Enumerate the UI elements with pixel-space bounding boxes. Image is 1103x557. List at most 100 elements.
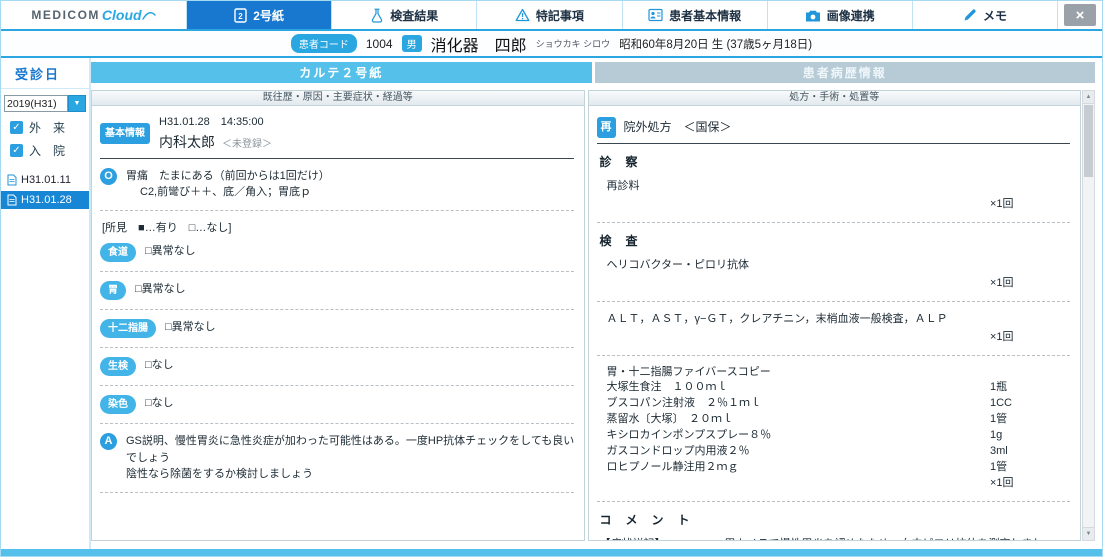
finding-duodenum: 十二指腸 □異常なし bbox=[100, 319, 576, 338]
procedure-qty: 1g bbox=[990, 429, 1003, 442]
warning-icon bbox=[515, 8, 530, 22]
checkbox-label: 入 院 bbox=[29, 144, 66, 158]
finding-badge: 染色 bbox=[100, 395, 136, 414]
patient-code-badge: 患者コード bbox=[290, 34, 357, 53]
vertical-scrollbar[interactable]: ▲ ▼ bbox=[1082, 90, 1095, 541]
section-test-title: 検 査 bbox=[599, 233, 639, 248]
procedure-row: 胃・十二指腸ファイバースコピー bbox=[597, 365, 1073, 381]
tab-special-notes[interactable]: 特記事項 bbox=[477, 1, 623, 29]
comment-line-1: 【症状詳記】 胃カメラで慢性胃炎を認めたため、血中ピロリ抗体を測定しまし bbox=[600, 536, 1073, 540]
checkbox-label: 外 来 bbox=[29, 121, 66, 135]
tab-label: 画像連携 bbox=[826, 8, 875, 23]
tab-karte-2gou[interactable]: カルテ２号紙 bbox=[91, 62, 592, 83]
finding-badge: 胃 bbox=[100, 281, 126, 300]
procedure-name: ロヒプノール静注用２ｍｇ bbox=[606, 461, 739, 474]
procedure-name: 蒸留水〔大塚〕 ２０ｍｌ bbox=[606, 413, 734, 426]
soap-a-entry: A GS説明、慢性胃炎に急性炎症が加わった可能性はある。一度HP抗体チェックをし… bbox=[100, 433, 576, 483]
flask-icon bbox=[370, 8, 384, 23]
year-selector: ▼ bbox=[4, 95, 86, 112]
soap-a-text: GS説明、慢性胃炎に急性炎症が加わった可能性はある。一度HP抗体チェックをしても… bbox=[126, 433, 576, 483]
close-cell: × bbox=[1058, 1, 1102, 29]
procedure-total-row: ×1回 bbox=[597, 476, 1073, 492]
basic-info-badge: 基本情報 bbox=[100, 122, 150, 144]
soap-a-badge: A bbox=[100, 433, 117, 450]
left-column-header: 既往歴・原因・主要症状・経過等 bbox=[92, 91, 584, 106]
checkbox-outpatient[interactable]: ✓ 外 来 bbox=[1, 116, 89, 139]
visit-date-item[interactable]: H31.01.11 bbox=[1, 171, 89, 189]
divider bbox=[596, 142, 1070, 144]
app-logo: MEDICOM Cloud bbox=[1, 1, 187, 29]
procedure-qty: 3ml bbox=[990, 445, 1008, 458]
soap-o-entry: O 胃痛 たまにある（前回からは1回だけ） C2,前彎び＋＋、底／角入；胃底ｐ bbox=[100, 167, 576, 201]
soap-a-line2: 陰性なら除菌をするか検討しましょう bbox=[126, 468, 313, 480]
procedure-name: 胃・十二指腸ファイバースコピー bbox=[606, 365, 771, 378]
findings-legend: [所見 ■…有り □…なし] bbox=[102, 221, 232, 234]
close-button[interactable]: × bbox=[1064, 4, 1097, 26]
finding-staining: 染色 □なし bbox=[100, 395, 576, 414]
finding-text: □なし bbox=[145, 359, 174, 371]
camera-icon bbox=[805, 9, 821, 22]
top-navigation: MEDICOM Cloud 2 2号紙 検査結果 特記事項 患者基本情報 画像連… bbox=[1, 1, 1102, 31]
left-column-content: 基本情報 H31.01.28 14:35:00 内科太郎 ＜未登録＞ O 胃痛 … bbox=[92, 106, 584, 540]
tab-patient-history[interactable]: 患者病歴情報 bbox=[594, 62, 1095, 83]
doctor-status: ＜未登録＞ bbox=[222, 138, 272, 150]
scroll-down-button[interactable]: ▼ bbox=[1083, 527, 1094, 540]
test-item-name: ヘリコバクター・ピロリ抗体 bbox=[606, 258, 750, 271]
exam-qty-row: ×1回 bbox=[597, 196, 1073, 213]
procedure-row: ブスコパン注射液 ２％１ｍｌ 1CC bbox=[597, 396, 1073, 412]
patient-code-value: 1004 bbox=[365, 36, 393, 51]
prescription-header: 再 院外処方 ＜国保＞ bbox=[596, 117, 1073, 138]
labs-item-row: ＡＬＴ，ＡＳＴ，γ−ＧＴ，クレアチニン，末梢血液一般検査，ＡＬＰ bbox=[597, 311, 1073, 328]
procedure-name: ブスコパン注射液 ２％１ｍｌ bbox=[606, 397, 762, 410]
app-window: MEDICOM Cloud 2 2号紙 検査結果 特記事項 患者基本情報 画像連… bbox=[0, 0, 1103, 557]
tab-label: メモ bbox=[982, 8, 1007, 23]
test-item-row: ヘリコバクター・ピロリ抗体 bbox=[597, 257, 1073, 274]
checkbox-inpatient[interactable]: ✓ 入 院 bbox=[1, 139, 89, 162]
finding-text: □異常なし bbox=[165, 321, 216, 333]
tab-image-link[interactable]: 画像連携 bbox=[768, 1, 913, 29]
document-icon bbox=[7, 174, 17, 186]
scrollbar-thumb[interactable] bbox=[1084, 105, 1093, 177]
procedure-qty: 1瓶 bbox=[990, 381, 1008, 394]
tab-karte2[interactable]: 2 2号紙 bbox=[187, 1, 333, 29]
doctor-name: 内科太郎 bbox=[159, 133, 215, 150]
year-input[interactable] bbox=[4, 95, 68, 112]
scrollbar-track[interactable] bbox=[1083, 104, 1094, 527]
section-comment-title: コ メ ン ト bbox=[599, 513, 691, 527]
tab-memo[interactable]: メモ bbox=[913, 1, 1059, 29]
procedure-row: ロヒプノール静注用２ｍｇ 1管 bbox=[597, 460, 1073, 476]
labs-item-name: ＡＬＴ，ＡＳＴ，γ−ＧＴ，クレアチニン，末梢血液一般検査，ＡＬＰ bbox=[606, 312, 948, 325]
soap-o-line1: 胃痛 たまにある（前回からは1回だけ） bbox=[126, 169, 330, 182]
tab-test-results[interactable]: 検査結果 bbox=[332, 1, 478, 29]
svg-text:2: 2 bbox=[239, 12, 244, 21]
comment-label: 【症状詳記】 bbox=[600, 536, 725, 540]
exam-item-name: 再診料 bbox=[606, 179, 640, 192]
visit-date-item-selected[interactable]: H31.01.28 bbox=[1, 191, 89, 209]
visit-date-list: H31.01.11 H31.01.28 bbox=[1, 171, 89, 209]
year-dropdown-button[interactable]: ▼ bbox=[68, 95, 86, 112]
divider bbox=[100, 157, 574, 159]
finding-badge: 十二指腸 bbox=[100, 319, 156, 338]
test-qty: ×1回 bbox=[990, 277, 1014, 289]
karte-columns: 既往歴・原因・主要症状・経過等 基本情報 H31.01.28 14:35:00 … bbox=[91, 90, 1095, 541]
history-symptoms-column: 既往歴・原因・主要症状・経過等 基本情報 H31.01.28 14:35:00 … bbox=[91, 90, 585, 541]
scroll-up-button[interactable]: ▲ bbox=[1083, 91, 1094, 104]
right-column-header: 処方・手術・処置等 bbox=[588, 91, 1080, 106]
chevron-down-icon: ▼ bbox=[73, 100, 81, 107]
procedure-row: 大塚生食注 １００ｍｌ 1瓶 bbox=[597, 380, 1073, 396]
tab-label: 特記事項 bbox=[535, 8, 584, 23]
section-exam-title: 診 察 bbox=[599, 154, 639, 169]
procedure-qty: 1CC bbox=[990, 397, 1013, 410]
exam-item-row: 再診料 bbox=[597, 178, 1073, 195]
divider bbox=[596, 300, 1070, 302]
tab-patient-basic-info[interactable]: 患者基本情報 bbox=[623, 1, 768, 29]
exam-qty: ×1回 bbox=[990, 198, 1014, 210]
entry-head-lines: H31.01.28 14:35:00 内科太郎 ＜未登録＞ bbox=[159, 114, 272, 153]
logo-cloud-text: Cloud bbox=[101, 7, 142, 23]
patient-kana: ショウカキ シロウ bbox=[535, 39, 611, 49]
finding-text: □異常なし bbox=[135, 283, 186, 295]
patient-info-bar: 患者コード 1004 男 消化器 四郎 ショウカキ シロウ 昭和60年8月20日… bbox=[1, 31, 1102, 58]
procedure-name: 大塚生食注 １００ｍｌ bbox=[606, 381, 728, 394]
